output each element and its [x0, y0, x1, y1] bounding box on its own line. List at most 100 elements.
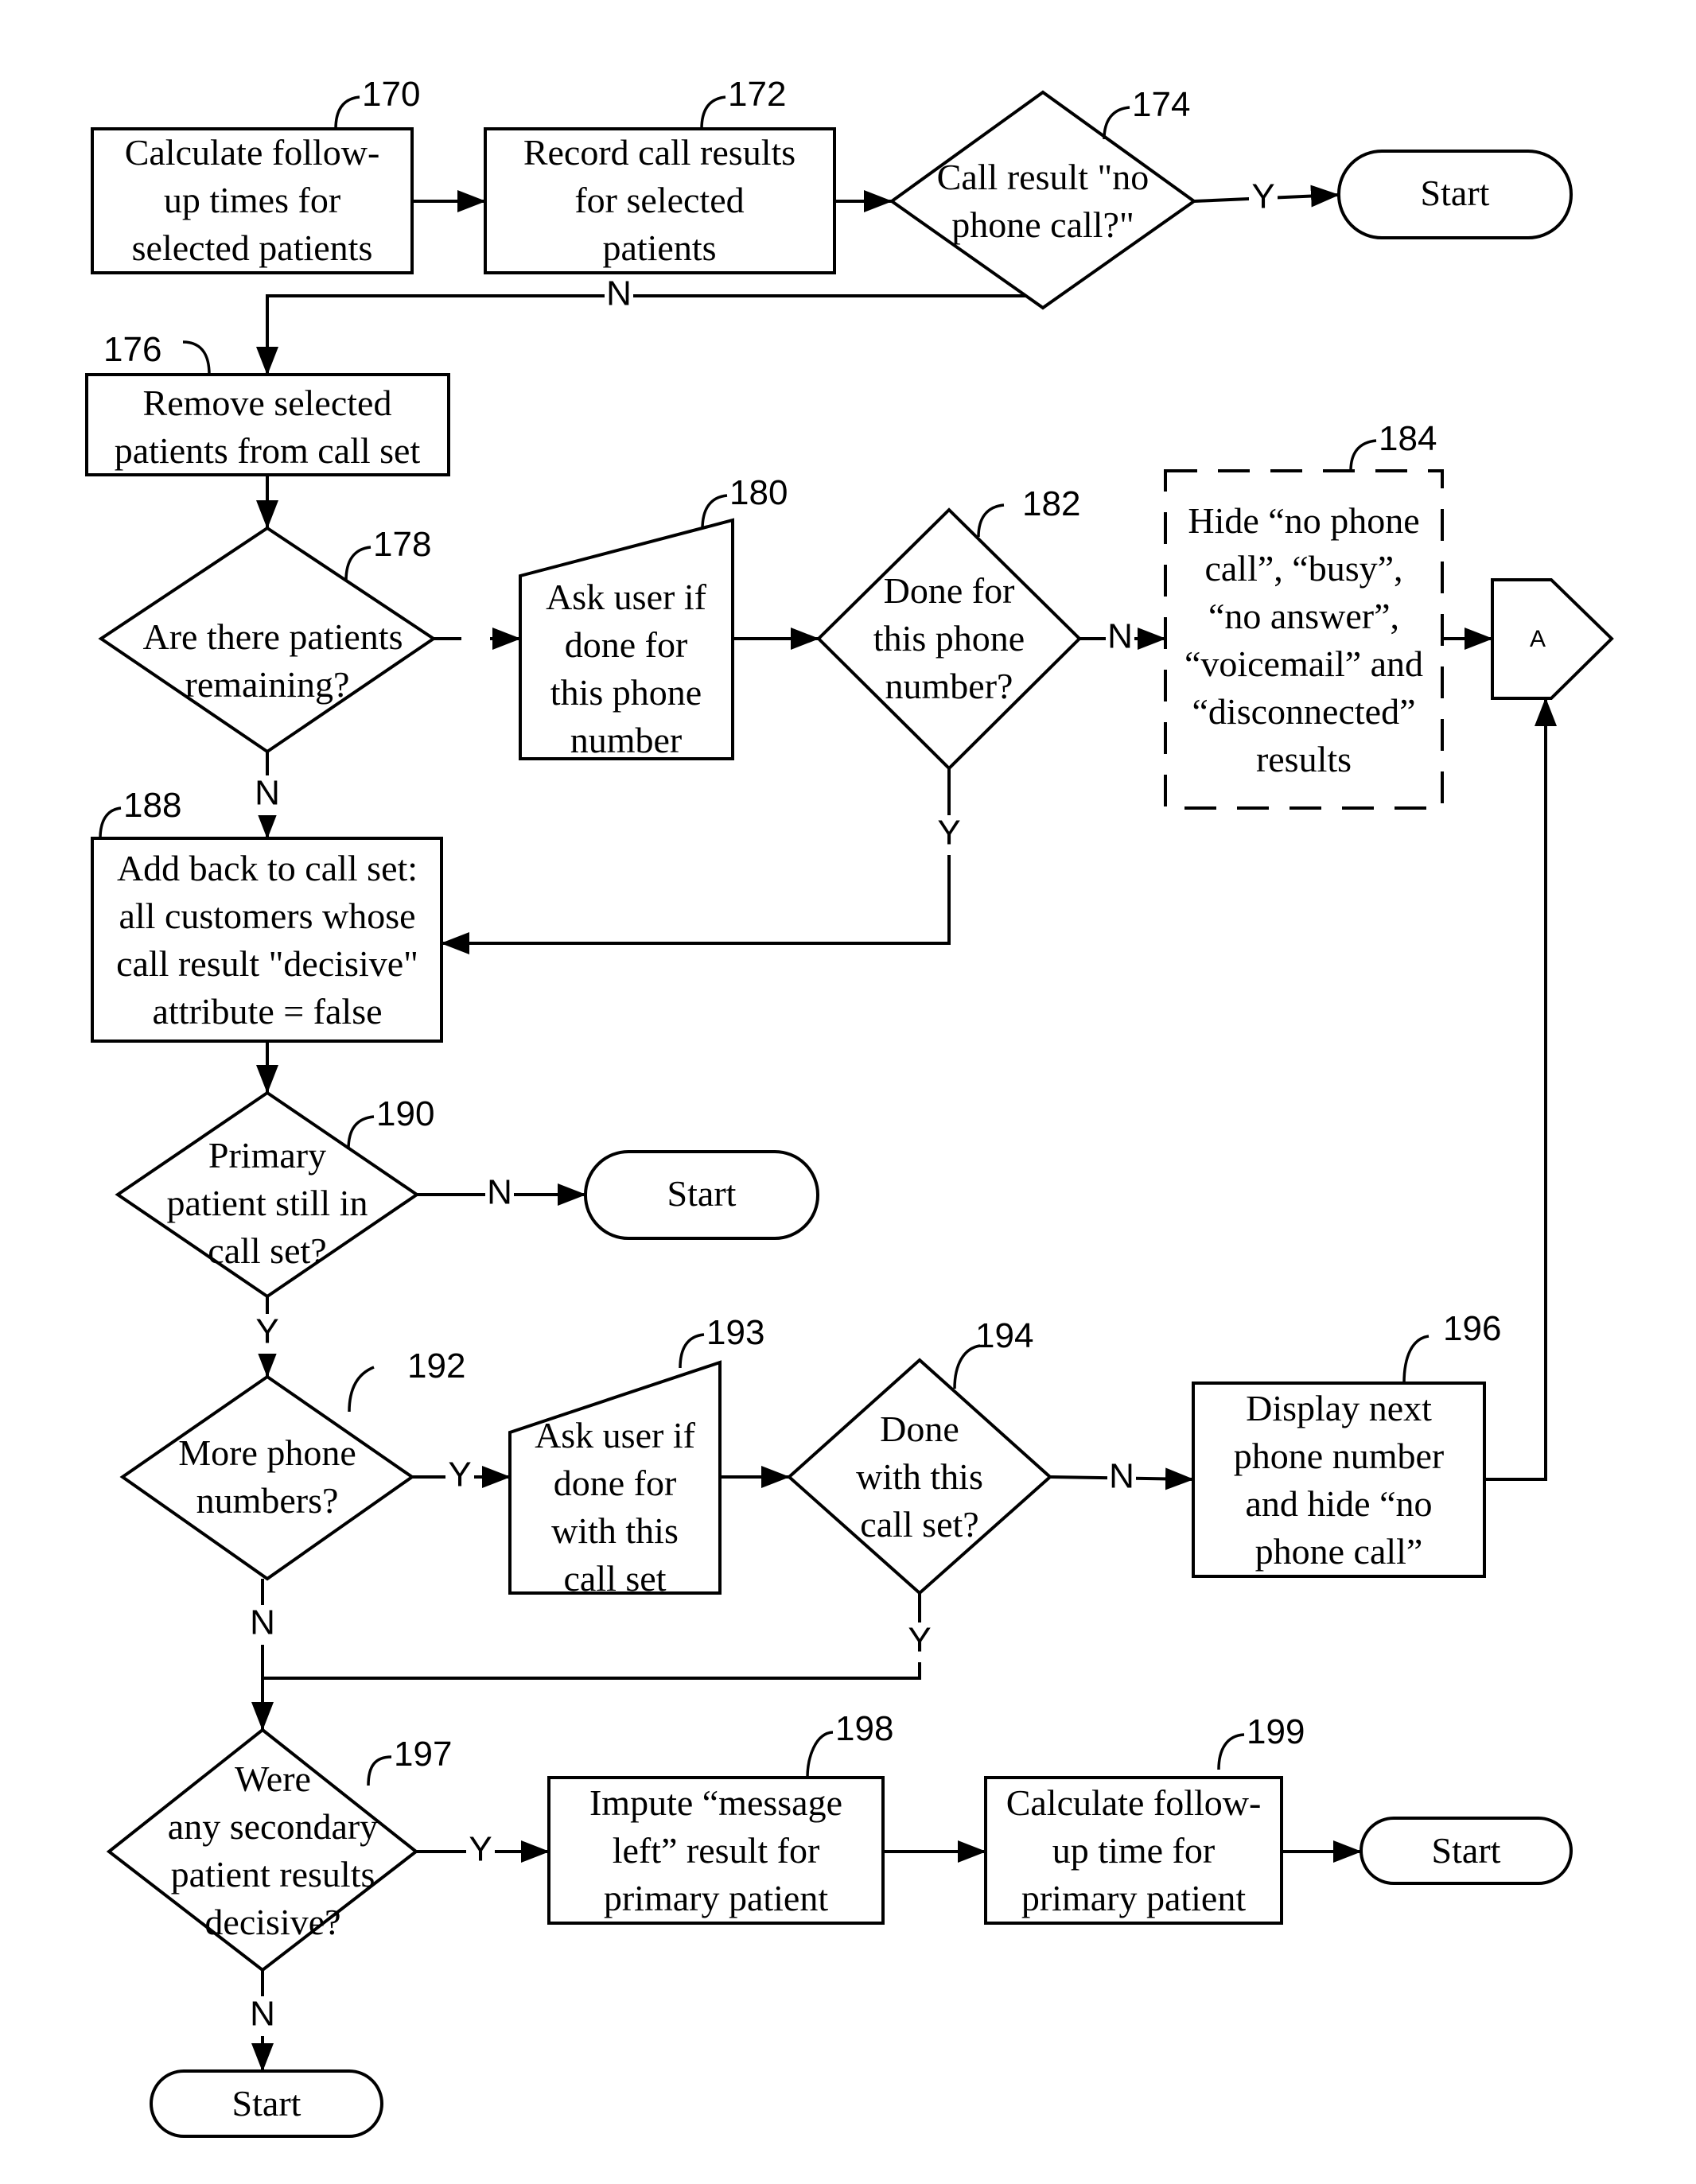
terminator-start-3: Start: [1360, 1817, 1573, 1885]
node-190-line-2: patient still in: [167, 1183, 368, 1223]
node-172-line-2: for selected: [574, 180, 744, 220]
terminator-start-2: Start: [584, 1150, 819, 1240]
node-199-calculate-follow-up-time-primary: Calculate follow- up time for primary pa…: [984, 1776, 1283, 1925]
node-176-line-2: patients from call set: [115, 430, 421, 471]
edge-label-194-N: N: [1109, 1457, 1134, 1496]
node-197-line-4: decisive?: [204, 1902, 340, 1942]
off-page-connector-a: A: [1491, 578, 1614, 700]
edge-label-174-N: N: [606, 274, 632, 313]
ref-180: 180: [729, 473, 788, 512]
node-193-line-4: call set: [564, 1558, 667, 1599]
terminator-start-4: Start: [150, 2069, 383, 2138]
node-180-line-3: this phone: [550, 672, 702, 713]
node-197-secondary-patient-results-decisive: Were any secondary patient results decis…: [106, 1727, 419, 1972]
node-188-line-2: all customers whose: [119, 896, 415, 936]
terminator-start-1: Start: [1337, 150, 1573, 239]
ref-176: 176: [103, 330, 161, 369]
node-184-line-6: results: [1256, 739, 1352, 779]
ref-182: 182: [1022, 484, 1080, 523]
node-172-record-call-results: Record call results for selected patient…: [484, 127, 836, 274]
node-188-line-1: Add back to call set:: [117, 848, 418, 888]
start-4-label: Start: [232, 2083, 301, 2124]
leader-199: [1217, 1733, 1245, 1770]
node-188-line-3: call result "decisive": [116, 943, 418, 984]
start-3-label: Start: [1432, 1830, 1501, 1871]
edge-label-174-Y: Y: [1251, 177, 1274, 216]
edge-label-192-N: N: [250, 1603, 275, 1642]
node-198-line-2: left” result for: [613, 1830, 820, 1871]
node-170-line-3: selected patients: [132, 227, 373, 268]
node-170-line-2: up times for: [164, 180, 340, 220]
ref-199: 199: [1247, 1712, 1305, 1751]
node-196-line-4: phone call”: [1255, 1531, 1423, 1572]
leader-192: [348, 1366, 375, 1413]
edge-label-182-N: N: [1107, 617, 1133, 656]
node-197-line-2: any secondary: [168, 1806, 378, 1847]
ref-196: 196: [1443, 1309, 1501, 1348]
node-192-more-phone-numbers: More phone numbers?: [119, 1374, 415, 1581]
node-194-line-2: with this: [856, 1456, 983, 1497]
node-193-line-1: Ask user if: [535, 1415, 696, 1455]
node-170-line-1: Calculate follow-: [125, 132, 380, 173]
ref-198: 198: [835, 1709, 893, 1748]
edge-label-197-Y: Y: [469, 1830, 492, 1869]
node-196-display-next-phone-number: Display next phone number and hide “no p…: [1192, 1382, 1486, 1578]
node-197-line-3: patient results: [171, 1854, 375, 1894]
node-188-add-back-to-call-set: Add back to call set: all customers whos…: [91, 837, 443, 1043]
node-172-line-1: Record call results: [523, 132, 795, 173]
leader-193: [679, 1333, 705, 1369]
node-182-line-1: Done for: [884, 570, 1015, 611]
node-190-primary-patient-still-in-call-set: Primary patient still in call set?: [115, 1090, 420, 1299]
edge-label-194-Y: Y: [908, 1621, 931, 1660]
node-178-line-1: Are there patients: [143, 616, 403, 657]
start-1-label: Start: [1421, 173, 1490, 213]
leader-176: [182, 340, 211, 375]
node-196-line-2: phone number: [1234, 1436, 1444, 1476]
node-184-hide-call-results: Hide “no phone call”, “busy”, “no answer…: [1164, 469, 1444, 810]
edge-label-182-Y: Y: [937, 814, 960, 853]
leader-188: [99, 806, 122, 839]
node-174-line-2: phone call?": [951, 204, 1134, 245]
ref-174: 174: [1132, 85, 1190, 124]
node-180-line-1: Ask user if: [546, 577, 707, 617]
node-190-line-1: Primary: [208, 1135, 326, 1176]
node-198-line-1: Impute “message: [589, 1782, 842, 1823]
ref-197: 197: [394, 1735, 452, 1774]
node-174-call-result-no-phone-call: Call result "no phone call?": [889, 90, 1197, 310]
node-174-line-1: Call result "no: [937, 157, 1149, 197]
node-182-line-3: number?: [885, 666, 1013, 706]
node-198-impute-message-left: Impute “message left” result for primary…: [547, 1776, 885, 1925]
edge-194-197-join: [263, 1593, 921, 1680]
leader-178: [344, 546, 371, 581]
node-176-remove-selected-patients: Remove selected patients from call set: [85, 373, 450, 476]
ref-170: 170: [362, 75, 420, 114]
leader-198: [806, 1731, 834, 1778]
ref-193: 193: [706, 1313, 764, 1352]
node-176-line-1: Remove selected: [143, 383, 392, 423]
node-180-line-2: done for: [565, 624, 688, 665]
node-193-line-3: with this: [551, 1510, 679, 1551]
node-199-line-1: Calculate follow-: [1006, 1782, 1262, 1823]
node-194-line-1: Done: [880, 1409, 959, 1449]
node-197-line-1: Were: [235, 1758, 311, 1799]
leader-190: [347, 1115, 375, 1150]
node-182-line-2: this phone: [873, 618, 1025, 659]
leader-182: [977, 503, 1005, 538]
edge-196-connA: [1484, 698, 1557, 1481]
leader-184: [1349, 439, 1377, 472]
edge-label-192-Y: Y: [448, 1455, 471, 1494]
ref-172: 172: [728, 75, 786, 114]
edge-label-190-N: N: [487, 1173, 512, 1212]
node-184-line-4: “voicemail” and: [1184, 643, 1423, 684]
node-184-line-1: Hide “no phone: [1188, 500, 1419, 541]
node-199-line-3: primary patient: [1021, 1878, 1247, 1918]
ref-192: 192: [407, 1347, 465, 1385]
edge-182-188: [441, 768, 951, 954]
node-194-done-with-this-call-set: Done with this call set?: [786, 1358, 1053, 1595]
node-170-calculate-follow-up-times: Calculate follow- up times for selected …: [91, 127, 414, 274]
leader-170: [334, 95, 360, 130]
edge-label-197-N: N: [250, 1995, 275, 2034]
node-178-line-2: remaining?: [185, 664, 350, 705]
node-192-line-1: More phone: [178, 1432, 356, 1473]
node-194-line-3: call set?: [860, 1504, 978, 1545]
